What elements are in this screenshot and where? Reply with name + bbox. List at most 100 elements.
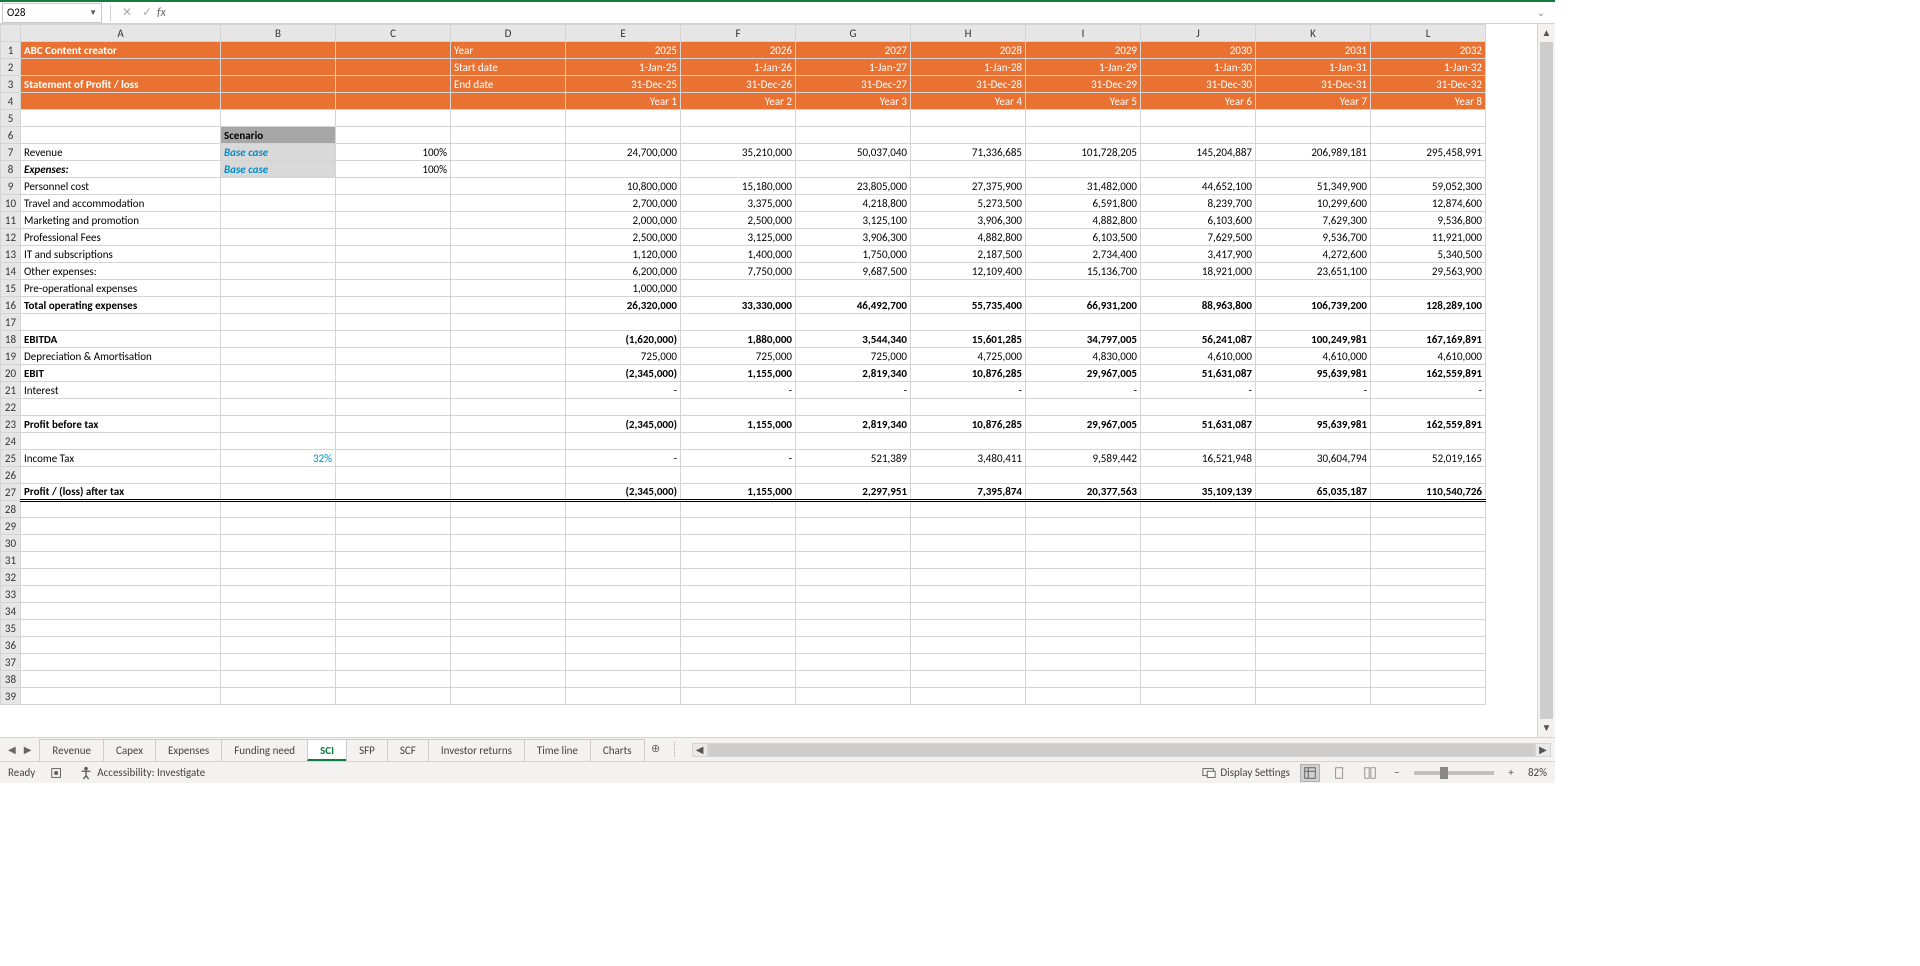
cell[interactable]: 10,876,285 — [911, 416, 1026, 433]
cell[interactable] — [681, 110, 796, 127]
cell[interactable] — [336, 195, 451, 212]
cell[interactable] — [221, 331, 336, 348]
cell[interactable]: 725,000 — [566, 348, 681, 365]
cell[interactable]: 100,249,981 — [1256, 331, 1371, 348]
row-header[interactable]: 39 — [1, 688, 21, 705]
cell[interactable] — [21, 127, 221, 144]
cell[interactable] — [1026, 535, 1141, 552]
cell[interactable]: 1-Jan-27 — [796, 59, 911, 76]
cell[interactable] — [1141, 654, 1256, 671]
cell[interactable]: EBITDA — [21, 331, 221, 348]
cell[interactable] — [1371, 467, 1486, 484]
cell[interactable] — [336, 263, 451, 280]
cell[interactable] — [1256, 501, 1371, 518]
cell[interactable] — [796, 161, 911, 178]
spreadsheet-grid[interactable]: ABCDEFGHIJKL1ABC Content creatorYear2025… — [0, 24, 1486, 705]
cell[interactable]: 34,797,005 — [1026, 331, 1141, 348]
sheet-tab-expenses[interactable]: Expenses — [155, 739, 222, 761]
hscroll-left-icon[interactable]: ◀ — [692, 743, 708, 757]
cell[interactable] — [566, 161, 681, 178]
cell[interactable] — [336, 93, 451, 110]
cell[interactable] — [221, 212, 336, 229]
cell[interactable]: Scenario — [221, 127, 336, 144]
cell[interactable]: 4,272,600 — [1256, 246, 1371, 263]
cell[interactable] — [451, 637, 566, 654]
cell[interactable] — [1256, 603, 1371, 620]
cell[interactable]: 5,273,500 — [911, 195, 1026, 212]
cell[interactable] — [451, 586, 566, 603]
column-header[interactable]: K — [1256, 25, 1371, 42]
cell[interactable] — [1141, 637, 1256, 654]
view-page-break-button[interactable] — [1360, 764, 1380, 782]
vscroll-track[interactable] — [1538, 42, 1555, 719]
cell[interactable] — [1141, 518, 1256, 535]
cell[interactable] — [796, 399, 911, 416]
cell[interactable] — [336, 484, 451, 501]
cell[interactable]: - — [681, 382, 796, 399]
cell[interactable] — [451, 382, 566, 399]
column-header[interactable]: G — [796, 25, 911, 42]
tab-nav[interactable]: ◀ ▶ — [0, 738, 39, 761]
row-header[interactable]: 16 — [1, 297, 21, 314]
cell[interactable] — [566, 127, 681, 144]
cell[interactable]: Year 4 — [911, 93, 1026, 110]
cell[interactable] — [451, 297, 566, 314]
cell[interactable] — [221, 569, 336, 586]
cell[interactable] — [681, 433, 796, 450]
cell[interactable] — [336, 586, 451, 603]
cell[interactable] — [911, 467, 1026, 484]
cell[interactable]: 6,103,500 — [1026, 229, 1141, 246]
cell[interactable] — [336, 229, 451, 246]
cell[interactable]: 3,417,900 — [1141, 246, 1256, 263]
cell[interactable] — [796, 501, 911, 518]
cell[interactable]: 52,019,165 — [1371, 450, 1486, 467]
cell[interactable] — [566, 654, 681, 671]
cell[interactable] — [1141, 501, 1256, 518]
cell[interactable]: 50,037,040 — [796, 144, 911, 161]
cell[interactable] — [21, 688, 221, 705]
cell[interactable] — [796, 552, 911, 569]
cell[interactable] — [911, 603, 1026, 620]
cell[interactable]: 7,395,874 — [911, 484, 1026, 501]
cell[interactable]: 7,750,000 — [681, 263, 796, 280]
cell[interactable] — [1026, 552, 1141, 569]
cell[interactable] — [451, 178, 566, 195]
cell[interactable]: 2,000,000 — [566, 212, 681, 229]
cell[interactable] — [566, 110, 681, 127]
cell[interactable] — [911, 671, 1026, 688]
cell[interactable]: 2030 — [1141, 42, 1256, 59]
vertical-scrollbar[interactable]: ▲ ▼ — [1537, 24, 1555, 737]
cell[interactable]: 35,210,000 — [681, 144, 796, 161]
cell[interactable]: 1-Jan-28 — [911, 59, 1026, 76]
cell[interactable]: 725,000 — [681, 348, 796, 365]
cell[interactable] — [336, 76, 451, 93]
expand-formula-bar-icon[interactable]: ⌄ — [1531, 6, 1551, 19]
cell[interactable] — [451, 280, 566, 297]
cell[interactable] — [21, 93, 221, 110]
cell[interactable] — [1141, 127, 1256, 144]
cell[interactable]: 1,155,000 — [681, 365, 796, 382]
cell[interactable]: - — [681, 450, 796, 467]
cell[interactable] — [336, 518, 451, 535]
cell[interactable] — [911, 688, 1026, 705]
cell[interactable] — [1141, 552, 1256, 569]
cell[interactable]: 110,540,726 — [1371, 484, 1486, 501]
cell[interactable] — [336, 399, 451, 416]
cell[interactable]: 1-Jan-26 — [681, 59, 796, 76]
cell[interactable] — [796, 637, 911, 654]
cell[interactable]: 521,389 — [796, 450, 911, 467]
zoom-in-button[interactable]: + — [1504, 766, 1518, 779]
cell[interactable]: 2,297,951 — [796, 484, 911, 501]
cell[interactable] — [221, 229, 336, 246]
cell[interactable] — [221, 484, 336, 501]
cell[interactable]: Expenses: — [21, 161, 221, 178]
cell[interactable]: (1,620,000) — [566, 331, 681, 348]
cell[interactable] — [1026, 671, 1141, 688]
cell[interactable]: 18,921,000 — [1141, 263, 1256, 280]
cell[interactable] — [681, 399, 796, 416]
cell[interactable] — [796, 654, 911, 671]
cell[interactable] — [796, 603, 911, 620]
cell[interactable] — [336, 467, 451, 484]
cell[interactable]: Revenue — [21, 144, 221, 161]
cell[interactable]: 2,187,500 — [911, 246, 1026, 263]
